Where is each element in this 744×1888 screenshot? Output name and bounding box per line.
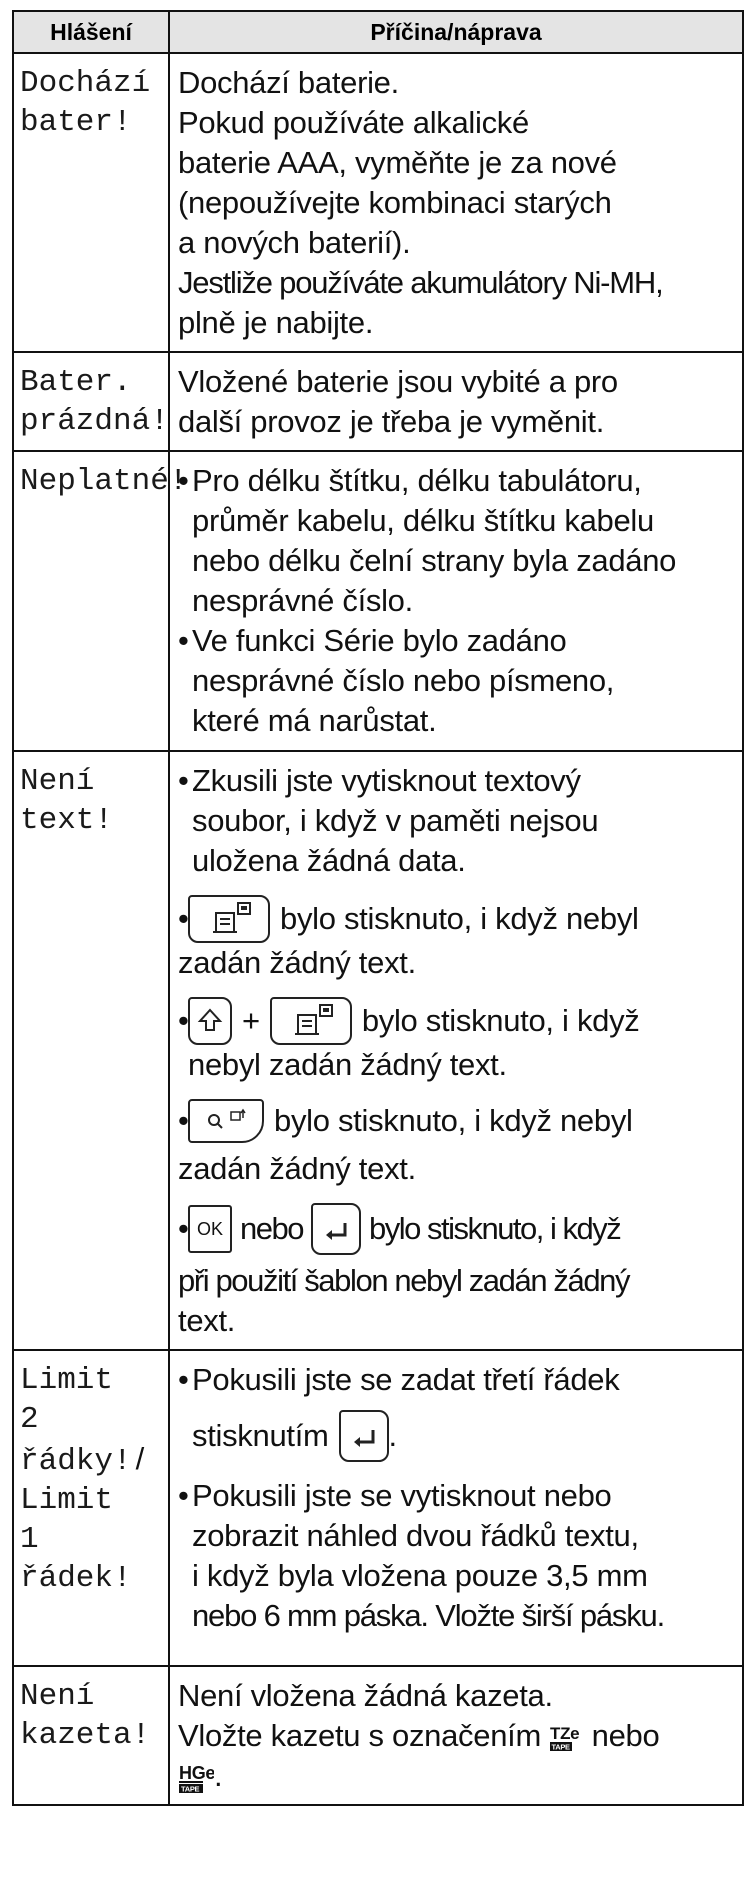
- cause-cell: • Pokusili jste se zadat třetí řádek sti…: [168, 1349, 744, 1667]
- page: Hlášení Příčina/náprava Dochází bater! D…: [0, 0, 744, 1888]
- svg-text:TAPE: TAPE: [181, 1784, 200, 1793]
- print-key-icon: [269, 997, 352, 1045]
- bullet-item: • OK nebo bylo stisknuto, i když: [178, 1203, 738, 1255]
- tze-tape-logo: TZe TAPE: [549, 1723, 583, 1753]
- bullet-item: • Pokusili jste se vytisknout nebo zobra…: [178, 1478, 665, 1633]
- table-header-row: Hlášení Příčina/náprava: [12, 10, 744, 54]
- svg-text:HGe: HGe: [179, 1763, 214, 1783]
- svg-text:TZe: TZe: [550, 1724, 579, 1743]
- shift-key-icon: [188, 997, 232, 1045]
- message-cell: Není text!: [12, 750, 170, 1351]
- table-row: Dochází bater! Dochází baterie. Pokud po…: [12, 52, 744, 353]
- table-row: Bater. prázdná! Vložené baterie jsou vyb…: [12, 351, 744, 452]
- print-key-icon: [188, 895, 270, 943]
- bullet-item: • + bylo stisknuto, i když: [178, 997, 738, 1045]
- cause-cell: Dochází baterie. Pokud používáte alkalic…: [168, 52, 744, 353]
- header-cause: Příčina/náprava: [168, 10, 744, 54]
- hge-tape-logo: HGe TAPE: [178, 1762, 216, 1794]
- message-cell: Limit 2 řádky! / Limit 1 řádek!: [12, 1349, 170, 1667]
- table-row: Neplatné! • Pro délku štítku, délku tabu…: [12, 450, 744, 752]
- table-row: Není kazeta! Není vložena žádná kazeta. …: [12, 1665, 744, 1806]
- enter-key-icon: [338, 1410, 389, 1462]
- enter-key-icon: [310, 1203, 361, 1255]
- message-table: Hlášení Příčina/náprava Dochází bater! D…: [12, 10, 744, 1806]
- message-cell: Neplatné!: [12, 450, 187, 752]
- table-row: Není text! • Zkusili jste vytisknout tex…: [12, 750, 744, 1351]
- bullet-item: • Pokusili jste se zadat třetí řádek: [178, 1362, 620, 1397]
- bullet-item: • bylo stisknuto, i když nebyl: [178, 895, 738, 943]
- bullet-item: • Pro délku štítku, délku tabulátoru, pr…: [178, 463, 677, 618]
- table-row: Limit 2 řádky! / Limit 1 řádek! • Pokusil…: [12, 1349, 744, 1667]
- bullet-item: • Zkusili jste vytisknout textový soubor…: [178, 763, 599, 878]
- bullet-item: • bylo stisknuto, i když nebyl: [178, 1099, 738, 1143]
- message-cell: Bater. prázdná!: [12, 351, 170, 452]
- message-cell: Není kazeta!: [12, 1665, 170, 1806]
- svg-text:TAPE: TAPE: [552, 1742, 571, 1751]
- preview-key-icon: [188, 1099, 264, 1143]
- message-cell: Dochází bater!: [12, 52, 170, 353]
- cause-cell: Vložené baterie jsou vybité a pro další …: [168, 351, 744, 452]
- bullet-item: • Ve funkci Série bylo zadáno nesprávné …: [178, 623, 615, 738]
- cause-cell: • Pro délku štítku, délku tabulátoru, pr…: [168, 450, 744, 752]
- cause-cell: Není vložena žádná kazeta. Vložte kazetu…: [168, 1665, 744, 1806]
- cause-cell: • Zkusili jste vytisknout textový soubor…: [168, 750, 744, 1351]
- header-message: Hlášení: [12, 10, 170, 54]
- ok-key-icon: OK: [188, 1205, 232, 1253]
